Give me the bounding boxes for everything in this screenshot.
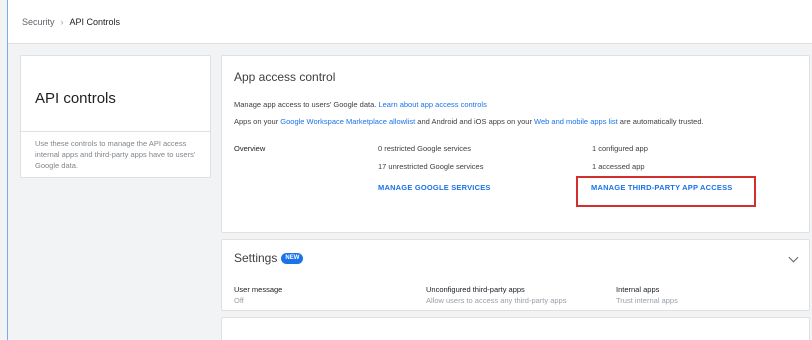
card-title: App access control [234, 70, 336, 84]
note-text-a: Apps on your [234, 117, 281, 126]
unrestricted-services-count: 17 unrestricted Google services [378, 162, 484, 171]
settings-header: Settings NEW [234, 251, 304, 265]
breadcrumb-current: API Controls [69, 16, 121, 27]
manage-google-services-button[interactable]: MANAGE GOOGLE SERVICES [378, 183, 491, 192]
note-text-b: and Android and iOS apps on your [415, 117, 535, 126]
settings-card[interactable]: Settings NEW User message Off Unconfigur… [221, 239, 810, 311]
internal-apps-label: Internal apps [616, 285, 660, 294]
overview-label: Overview [234, 144, 266, 153]
unconfigured-apps-label: Unconfigured third-party apps [426, 285, 525, 294]
chevron-right-icon: › [60, 16, 64, 27]
page-title: API controls [35, 90, 116, 107]
app-access-control-card: App access control Manage app access to … [221, 55, 810, 233]
user-message-value: Off [234, 296, 244, 305]
internal-apps-value: Trust internal apps [616, 296, 678, 305]
learn-more-link[interactable]: Learn about app access controls [378, 100, 486, 109]
breadcrumb-security[interactable]: Security [22, 17, 55, 27]
configured-apps-count: 1 configured app [592, 144, 648, 153]
note-text-c: are automatically trusted. [617, 117, 704, 126]
access-desc-text: Manage app access to users' Google data. [234, 100, 379, 109]
settings-title: Settings [234, 251, 278, 265]
trusted-apps-note: Apps on your Google Workspace Marketplac… [234, 117, 704, 126]
frame-edge [7, 0, 8, 340]
marketplace-allowlist-link[interactable]: Google Workspace Marketplace allowlist [280, 117, 415, 126]
api-controls-summary-card: API controls Use these controls to manag… [20, 55, 211, 178]
manage-third-party-app-access-button[interactable]: MANAGE THIRD-PARTY APP ACCESS [587, 181, 733, 192]
chevron-down-icon[interactable] [788, 252, 799, 263]
restricted-services-count: 0 restricted Google services [378, 144, 471, 153]
divider [21, 131, 210, 132]
web-mobile-apps-link[interactable]: Web and mobile apps list [534, 117, 618, 126]
accessed-apps-count: 1 accessed app [592, 162, 645, 171]
next-card [221, 317, 810, 340]
breadcrumb: Security › API Controls [8, 0, 812, 44]
unconfigured-apps-value: Allow users to access any third-party ap… [426, 296, 567, 305]
user-message-label: User message [234, 285, 283, 294]
page-description: Use these controls to manage the API acc… [35, 139, 196, 170]
new-badge: NEW [281, 252, 304, 264]
access-description: Manage app access to users' Google data.… [234, 100, 487, 109]
